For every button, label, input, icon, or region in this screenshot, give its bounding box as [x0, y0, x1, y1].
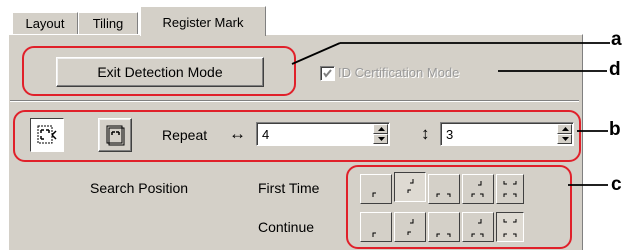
annotation-letter-d: d	[609, 59, 621, 80]
annotation-outline-b	[13, 110, 581, 162]
id-certification-checkbox[interactable]	[320, 66, 335, 81]
tab-register-mark[interactable]: Register Mark	[140, 6, 266, 36]
annotation-letter-b: b	[609, 119, 621, 140]
first-time-label: First Time	[258, 180, 320, 196]
annotation-outline-c	[346, 165, 572, 249]
separator-highlight	[10, 101, 579, 102]
checkmark-icon	[323, 69, 332, 78]
tab-tiling[interactable]: Tiling	[78, 12, 138, 36]
annotation-letter-a: a	[611, 29, 622, 50]
continue-label: Continue	[258, 219, 315, 235]
annotation-letter-c: c	[611, 174, 622, 195]
search-position-label: Search Position	[90, 180, 189, 196]
id-certification-label: ID Certification Mode	[338, 65, 460, 80]
annotation-outline-a	[22, 46, 296, 96]
tab-layout[interactable]: Layout	[12, 12, 78, 36]
